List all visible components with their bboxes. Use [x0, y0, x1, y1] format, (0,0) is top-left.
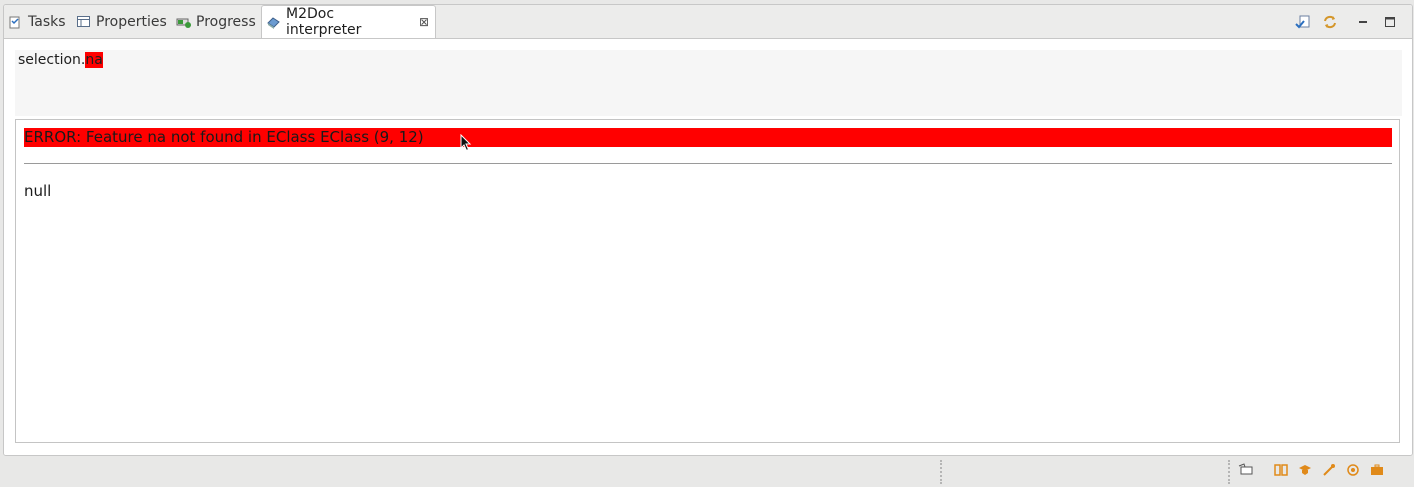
whats-new-icon[interactable]: [1322, 463, 1336, 481]
validate-icon[interactable]: [1293, 12, 1313, 32]
tab-properties[interactable]: Properties: [76, 5, 167, 38]
tab-tasks[interactable]: Tasks: [8, 5, 66, 38]
briefcase-icon[interactable]: [1370, 463, 1384, 481]
m2doc-icon: [266, 15, 281, 30]
expression-error-highlight: na: [85, 52, 103, 68]
status-divider: [940, 460, 942, 484]
mouse-cursor-icon: [460, 133, 472, 156]
properties-icon: [76, 14, 91, 29]
maximize-icon[interactable]: [1380, 12, 1400, 32]
updates-icon[interactable]: [1238, 463, 1254, 481]
expression-editor[interactable]: selection.na: [15, 50, 1402, 116]
close-icon[interactable]: ⊠: [419, 15, 429, 29]
evaluation-result-panel[interactable]: ERROR: Feature na not found in EClass EC…: [15, 119, 1400, 443]
progress-icon: [176, 14, 191, 29]
m2doc-view: Tasks Properties Progress M2Doc interpre…: [3, 4, 1413, 456]
minimize-icon[interactable]: [1353, 12, 1373, 32]
tab-properties-label: Properties: [96, 13, 167, 30]
tab-m2doc-interpreter[interactable]: M2Doc interpreter ⊠: [261, 5, 436, 38]
status-trim-toolbar: [1238, 462, 1394, 482]
tab-progress[interactable]: Progress: [176, 5, 256, 38]
tutorials-icon[interactable]: [1298, 463, 1312, 481]
status-divider: [1228, 460, 1230, 484]
tab-m2doc-label: M2Doc interpreter: [286, 6, 362, 38]
view-tab-bar: Tasks Properties Progress M2Doc interpre…: [4, 5, 1412, 39]
tab-progress-label: Progress: [196, 13, 256, 30]
error-message: ERROR: Feature na not found in EClass EC…: [24, 128, 1392, 147]
tasks-icon: [8, 14, 23, 29]
interpreter-content: selection.na ERROR: Feature na not found…: [4, 39, 1412, 455]
result-separator: [24, 163, 1392, 164]
status-bar: [0, 456, 1414, 487]
result-value: null: [24, 182, 52, 200]
samples-icon[interactable]: [1346, 463, 1360, 481]
tab-tasks-label: Tasks: [28, 13, 66, 30]
refresh-icon[interactable]: [1320, 12, 1340, 32]
view-toolbar: [1293, 5, 1412, 38]
expression-text: selection.: [18, 52, 86, 68]
book-icon[interactable]: [1274, 463, 1288, 481]
